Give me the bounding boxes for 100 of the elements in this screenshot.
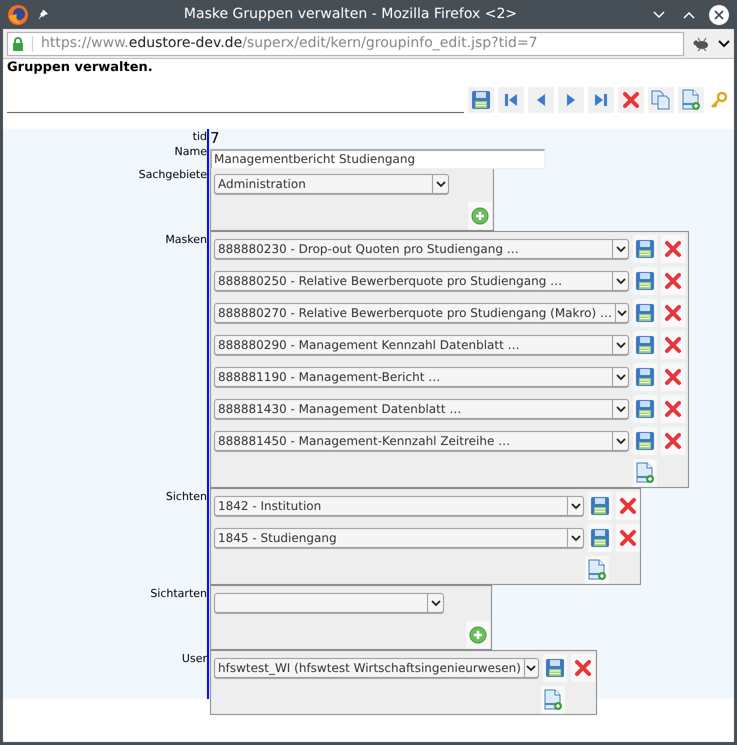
save-icon [635,335,655,355]
field-label: Sichten [166,490,207,504]
save-row-button[interactable] [588,524,612,552]
delete-row-button[interactable] [661,267,685,295]
save-icon [635,303,655,323]
add-icon [469,626,487,644]
dropdown[interactable]: 888880230 - Drop-out Quoten pro Studiengang … [214,239,629,259]
caret-icon [616,406,626,412]
last-icon [593,92,609,108]
first-record-button[interactable] [498,87,524,113]
save-row-button[interactable] [633,235,657,263]
delete-icon [619,529,637,547]
copy-button[interactable] [648,87,674,113]
save-row-button[interactable] [543,654,567,682]
first-icon [503,92,519,108]
delete-icon [622,91,640,109]
caret-icon [526,664,536,672]
delete-icon [664,400,682,418]
new-entry-button[interactable] [633,459,657,487]
caret-icon [616,310,627,316]
pin-icon[interactable] [37,8,49,20]
key-icon [710,91,728,109]
save-row-button[interactable] [633,267,657,295]
new-entry-button[interactable] [541,686,565,714]
delete-row-button[interactable] [571,654,595,682]
save-row-button[interactable] [633,363,657,391]
dropdown[interactable]: 888880270 - Relative Bewerberquote pro Studiengang (Makro) … [214,303,629,323]
delete-icon [574,659,592,677]
delete-row-button[interactable] [661,395,685,423]
save-icon [545,658,565,678]
field-label: Sichtarten [150,587,207,601]
previous-record-button[interactable] [528,87,554,113]
chevron-down-icon[interactable] [718,38,730,48]
delete-row-button[interactable] [661,427,685,455]
save-row-button[interactable] [588,492,612,520]
save-icon [635,271,655,291]
add-icon [471,207,489,225]
dropdown[interactable]: 1845 - Studiengang [214,528,584,548]
delete-row-button[interactable] [661,299,685,327]
caret-icon [616,246,626,252]
delete-icon [664,432,682,450]
save-row-button[interactable] [633,331,657,359]
url-field[interactable]: https://www.edustore-dev.de/superx/edit/kern/groupinfo_edit.jsp?tid=7 [7,32,684,56]
dropdown[interactable]: 888881190 - Management-Bericht … [214,367,629,387]
add-button[interactable] [466,621,490,649]
delete-row-button[interactable] [661,363,685,391]
field-label: Sachgebiete [138,168,207,182]
page-heading: Gruppen verwalten. [6,59,154,76]
caret-icon [430,600,440,606]
save-icon [471,90,491,110]
caret-icon [616,374,626,380]
field-label: Name [174,145,207,160]
new-button[interactable] [678,87,704,113]
next-record-button[interactable] [558,87,584,113]
save-row-button[interactable] [633,395,657,423]
add-button[interactable] [468,202,492,230]
caret-icon [436,180,446,188]
new-entry-button[interactable] [585,556,609,584]
save-icon [635,431,655,451]
caret-icon [616,438,626,444]
save-icon [635,367,655,387]
dropdown[interactable]: 888881450 - Management-Kennzahl Zeitreihe … [214,431,629,451]
save-row-button[interactable] [633,299,657,327]
dropdown[interactable]: 1842 - Institution [214,496,584,516]
delete-row-button[interactable] [661,331,685,359]
save-icon [635,399,655,419]
minimize-icon[interactable] [652,10,666,20]
field-label: User [182,652,207,666]
delete-button[interactable] [618,87,644,113]
lock-icon [12,36,24,50]
dropdown[interactable]: Administration [214,174,449,194]
save-row-button[interactable] [633,427,657,455]
delete-row-button[interactable] [661,235,685,263]
delete-row-button[interactable] [616,492,640,520]
browser-logo-icon [7,4,29,26]
delete-icon [664,304,682,322]
name-input[interactable]: Managementbericht Studiengang [210,148,545,168]
dropdown[interactable] [214,593,444,613]
delete-icon [664,336,682,354]
field-label: tid [192,130,207,144]
save-icon [590,528,610,548]
caret-icon [570,534,580,542]
url-text: https://www.edustore-dev.de/superx/edit/kern/groupinfo_edit.jsp?tid=7 [41,34,538,53]
close-icon[interactable] [708,4,730,26]
dropdown[interactable]: 888881430 - Management Datenblatt … [214,399,629,419]
new-document-icon [587,559,607,581]
dropdown[interactable]: hfswtest_WI (hfswtest Wirtschaftsingenieurwesen) [214,658,539,678]
field-label: Masken [165,233,207,247]
delete-row-button[interactable] [616,524,640,552]
new-document-icon [543,689,563,711]
save-button[interactable] [468,87,494,113]
new-document-icon [681,89,701,111]
bug-icon[interactable] [692,36,710,50]
last-record-button[interactable] [588,87,614,113]
caret-icon [616,278,626,284]
field-value: 7 [210,130,221,146]
dropdown[interactable]: 888880290 - Management Kennzahl Datenblatt … [214,335,629,355]
dropdown[interactable]: 888880250 - Relative Bewerberquote pro Studiengang … [214,271,629,291]
delete-icon [664,272,682,290]
maximize-icon[interactable] [682,10,696,20]
